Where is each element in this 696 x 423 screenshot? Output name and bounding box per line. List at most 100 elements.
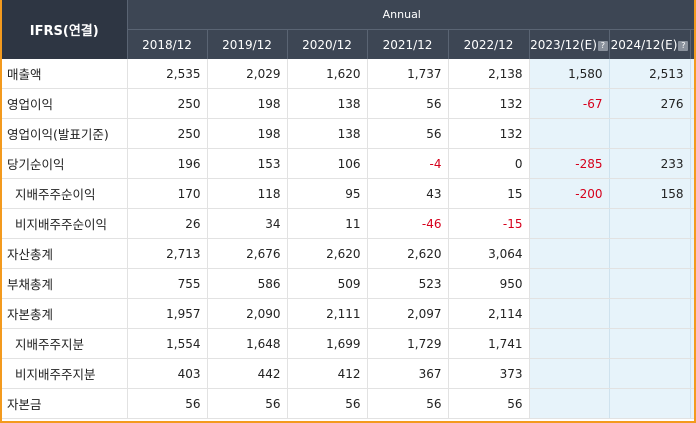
table-cell (690, 298, 694, 329)
table-cell: 2,090 (207, 298, 288, 329)
table-cell (609, 118, 691, 149)
table-cell: 412 (287, 358, 368, 389)
table-cell: 2,029 (207, 59, 288, 89)
table-cell (529, 358, 610, 389)
table-cell: 56 (367, 88, 449, 119)
table-cell: 26 (127, 208, 208, 239)
table-cell: 2,513 (609, 59, 691, 89)
table-cell: 56 (367, 388, 449, 419)
table-cell: 2,620 (287, 238, 368, 269)
table-row: 비지배주주순이익 26 34 11 -46 -15 (2, 208, 694, 239)
table-cell (690, 118, 694, 149)
table-cell (690, 268, 694, 299)
table-row: 자산총계 2,713 2,676 2,620 2,620 3,064 (2, 238, 694, 269)
row-label: 비지배주주지분 (2, 358, 128, 389)
table-row: 비지배주주지분 403 442 412 367 373 (2, 358, 694, 389)
table-cell: 509 (287, 268, 368, 299)
row-label: 자본금 (2, 388, 128, 419)
table-cell: 3,064 (448, 238, 530, 269)
period-label: 2024/12(E) (610, 37, 678, 52)
row-label: 영업이익(발표기준) (2, 118, 128, 149)
table-cell: 138 (287, 118, 368, 149)
table-cell: 198 (207, 88, 288, 119)
table-cell: 95 (287, 178, 368, 209)
table-cell (690, 238, 694, 269)
table-cell (609, 358, 691, 389)
table-cell (529, 388, 610, 419)
table-cell: 43 (367, 178, 449, 209)
annual-header: Annual (127, 0, 694, 30)
table-cell: 132 (448, 88, 530, 119)
table-cell: -15 (448, 208, 530, 239)
table-cell: 158 (609, 178, 691, 209)
row-label: 비지배주주순이익 (2, 208, 128, 239)
table-cell: 15 (448, 178, 530, 209)
table-cell: 586 (207, 268, 288, 299)
table-cell: 523 (367, 268, 449, 299)
table-cell (609, 388, 691, 419)
table-cell: 2,535 (127, 59, 208, 89)
table-row: 지배주주지분 1,554 1,648 1,699 1,729 1,741 (2, 328, 694, 359)
help-icon[interactable]: ? (678, 40, 689, 51)
table-cell: -67 (529, 88, 610, 119)
table-cell: 56 (207, 388, 288, 419)
table-cell: 2,713 (127, 238, 208, 269)
table-cell: 34 (207, 208, 288, 239)
row-label: 당기순이익 (2, 148, 128, 179)
table-row: 매출액 2,535 2,029 1,620 1,737 2,138 1,580 2,513 (2, 59, 694, 89)
table-cell: 2,097 (367, 298, 449, 329)
table-cell: 56 (448, 388, 530, 419)
table-cell: 250 (127, 88, 208, 119)
row-label: 지배주주순이익 (2, 178, 128, 209)
table-cell (529, 298, 610, 329)
help-icon[interactable]: ? (597, 40, 608, 51)
table-cell: 2,138 (448, 59, 530, 89)
table-cell: 2,676 (207, 238, 288, 269)
table-cell: 56 (287, 388, 368, 419)
table-cell: 442 (207, 358, 288, 389)
table-row: 부채총계 755 586 509 523 950 (2, 268, 694, 299)
table-row: 지배주주순이익 170 118 95 43 15 -200 158 (2, 178, 694, 209)
table-cell (609, 268, 691, 299)
table-cell (690, 148, 694, 179)
table-cell: 56 (127, 388, 208, 419)
period-label: 2018/12 (142, 37, 192, 52)
period-header-4: 2022/12 (448, 29, 530, 59)
period-header-7: 2 (690, 29, 694, 59)
table-cell: 138 (287, 88, 368, 119)
table-row: 당기순이익 196 153 106 -4 0 -285 233 (2, 148, 694, 179)
period-header-5: 2023/12(E)? (529, 29, 610, 59)
accounting-standard-header: IFRS(연결) (2, 0, 128, 59)
table-cell: 373 (448, 358, 530, 389)
row-label: 부채총계 (2, 268, 128, 299)
table-cell (609, 328, 691, 359)
table-cell (529, 118, 610, 149)
table-cell: 1,741 (448, 328, 530, 359)
period-label: 2023/12(E) (530, 37, 597, 52)
table-cell (690, 88, 694, 119)
table-cell: 0 (448, 148, 530, 179)
table-cell: -4 (367, 148, 449, 179)
table-body: 매출액 2,535 2,029 1,620 1,737 2,138 1,580 2,513 영업… (2, 59, 694, 419)
table-cell: 11 (287, 208, 368, 239)
period-header-6: 2024/12(E)? (609, 29, 691, 59)
row-label: 영업이익 (2, 88, 128, 119)
table-cell: 106 (287, 148, 368, 179)
table-cell (609, 208, 691, 239)
period-header-1: 2019/12 (207, 29, 288, 59)
table-row: 영업이익 250 198 138 56 132 -67 276 (2, 88, 694, 119)
row-label: 자본총계 (2, 298, 128, 329)
table-cell: 2,114 (448, 298, 530, 329)
table-cell (529, 208, 610, 239)
table-cell: 1,580 (529, 59, 610, 89)
period-header-0: 2018/12 (127, 29, 208, 59)
table-cell: 2,620 (367, 238, 449, 269)
table-cell: 755 (127, 268, 208, 299)
table-cell: 1,957 (127, 298, 208, 329)
table-cell: 1,729 (367, 328, 449, 359)
table-cell (690, 178, 694, 209)
table-cell: 950 (448, 268, 530, 299)
table-row: 자본총계 1,957 2,090 2,111 2,097 2,114 (2, 298, 694, 329)
table-cell (609, 238, 691, 269)
table-cell: 1,620 (287, 59, 368, 89)
